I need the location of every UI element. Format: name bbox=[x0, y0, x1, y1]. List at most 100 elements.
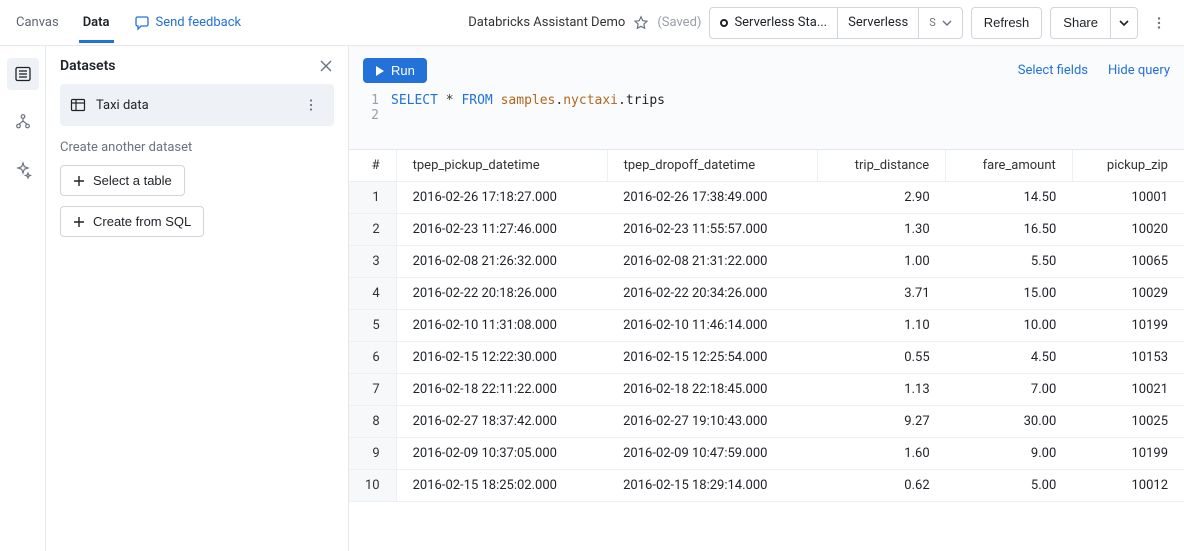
close-icon bbox=[318, 58, 334, 74]
chat-icon bbox=[134, 15, 150, 31]
rail-datasets-button[interactable] bbox=[7, 58, 39, 90]
play-icon bbox=[375, 66, 385, 76]
cell: 2016-02-15 18:25:02.000 bbox=[396, 470, 607, 502]
column-header[interactable]: pickup_zip bbox=[1072, 150, 1184, 182]
column-header-index[interactable]: # bbox=[349, 150, 396, 182]
sql-keyword: SELECT bbox=[391, 93, 438, 108]
cluster-selector[interactable]: Serverless Sta... Serverless S bbox=[709, 7, 962, 39]
cell: 2016-02-18 22:11:22.000 bbox=[396, 374, 607, 406]
cell: 2016-02-09 10:37:05.000 bbox=[396, 438, 607, 470]
dataset-item-menu[interactable] bbox=[298, 92, 324, 118]
select-fields-link[interactable]: Select fields bbox=[1018, 63, 1088, 78]
table-row[interactable]: 12016-02-26 17:18:27.0002016-02-26 17:38… bbox=[349, 182, 1184, 214]
share-button-group: Share bbox=[1050, 7, 1138, 39]
column-header[interactable]: tpep_dropoff_datetime bbox=[607, 150, 817, 182]
cell: 2016-02-08 21:26:32.000 bbox=[396, 246, 607, 278]
panel-title: Datasets bbox=[60, 58, 116, 74]
cell: 9.00 bbox=[946, 438, 1073, 470]
share-button[interactable]: Share bbox=[1050, 7, 1111, 39]
cell: 10012 bbox=[1072, 470, 1184, 502]
cell: 10.00 bbox=[946, 310, 1073, 342]
hide-query-link[interactable]: Hide query bbox=[1108, 63, 1170, 78]
cell: 15.00 bbox=[946, 278, 1073, 310]
row-index: 3 bbox=[349, 246, 396, 278]
cell: 14.50 bbox=[946, 182, 1073, 214]
chevron-down-icon bbox=[1119, 18, 1129, 28]
kebab-icon bbox=[1152, 16, 1166, 30]
chevron-down-icon bbox=[942, 18, 952, 28]
cell: 1.00 bbox=[818, 246, 946, 278]
table-row[interactable]: 62016-02-15 12:22:30.0002016-02-15 12:25… bbox=[349, 342, 1184, 374]
cell: 16.50 bbox=[946, 214, 1073, 246]
create-sql-label: Create from SQL bbox=[93, 214, 191, 229]
dataset-item-taxi[interactable]: Taxi data bbox=[60, 84, 334, 126]
sql-table: trips bbox=[626, 93, 665, 108]
cell: 2016-02-22 20:34:26.000 bbox=[607, 278, 817, 310]
topbar: Canvas Data Send feedback Databricks Ass… bbox=[0, 0, 1184, 46]
datasets-panel: Datasets Taxi data Create another datase… bbox=[46, 46, 349, 551]
column-header[interactable]: trip_distance bbox=[818, 150, 946, 182]
select-table-button[interactable]: Select a table bbox=[60, 165, 185, 196]
plus-icon bbox=[73, 216, 85, 228]
table-row[interactable]: 32016-02-08 21:26:32.0002016-02-08 21:31… bbox=[349, 246, 1184, 278]
send-feedback-label: Send feedback bbox=[156, 15, 242, 30]
cell: 2016-02-10 11:31:08.000 bbox=[396, 310, 607, 342]
star-icon[interactable] bbox=[633, 15, 649, 31]
sql-namespace: samples bbox=[501, 93, 556, 108]
cell: 2016-02-22 20:18:26.000 bbox=[396, 278, 607, 310]
saved-indicator: (Saved) bbox=[657, 15, 701, 30]
table-row[interactable]: 92016-02-09 10:37:05.0002016-02-09 10:47… bbox=[349, 438, 1184, 470]
results-table-wrap[interactable]: #tpep_pickup_datetimetpep_dropoff_dateti… bbox=[349, 149, 1184, 551]
table-row[interactable]: 52016-02-10 11:31:08.0002016-02-10 11:46… bbox=[349, 310, 1184, 342]
cell: 2016-02-15 12:22:30.000 bbox=[396, 342, 607, 374]
overflow-menu[interactable] bbox=[1146, 10, 1172, 36]
cell: 2016-02-26 17:38:49.000 bbox=[607, 182, 817, 214]
column-header[interactable]: tpep_pickup_datetime bbox=[396, 150, 607, 182]
cell: 2.90 bbox=[818, 182, 946, 214]
cell: 2016-02-15 18:29:14.000 bbox=[607, 470, 817, 502]
send-feedback-link[interactable]: Send feedback bbox=[134, 15, 242, 31]
row-index: 5 bbox=[349, 310, 396, 342]
table-row[interactable]: 102016-02-15 18:25:02.0002016-02-15 18:2… bbox=[349, 470, 1184, 502]
cell: 2016-02-09 10:47:59.000 bbox=[607, 438, 817, 470]
share-menu-button[interactable] bbox=[1111, 7, 1138, 39]
cell: 2016-02-27 19:10:43.000 bbox=[607, 406, 817, 438]
sql-editor[interactable]: 1 SELECT * FROM samples.nyctaxi.trips 2 bbox=[363, 87, 1170, 149]
cell: 9.27 bbox=[818, 406, 946, 438]
cell: 1.30 bbox=[818, 214, 946, 246]
rail-lineage-button[interactable] bbox=[7, 106, 39, 138]
tree-icon bbox=[14, 113, 32, 131]
cell: 2016-02-10 11:46:14.000 bbox=[607, 310, 817, 342]
sql-namespace: nyctaxi bbox=[563, 93, 618, 108]
cell: 10029 bbox=[1072, 278, 1184, 310]
table-row[interactable]: 42016-02-22 20:18:26.0002016-02-22 20:34… bbox=[349, 278, 1184, 310]
cell: 2016-02-18 22:18:45.000 bbox=[607, 374, 817, 406]
cell: 10199 bbox=[1072, 310, 1184, 342]
cell: 1.13 bbox=[818, 374, 946, 406]
run-label: Run bbox=[391, 63, 415, 78]
cell: 2016-02-23 11:55:57.000 bbox=[607, 214, 817, 246]
run-button[interactable]: Run bbox=[363, 58, 427, 83]
table-row[interactable]: 22016-02-23 11:27:46.0002016-02-23 11:55… bbox=[349, 214, 1184, 246]
cell: 10065 bbox=[1072, 246, 1184, 278]
refresh-button[interactable]: Refresh bbox=[971, 7, 1043, 39]
tab-canvas[interactable]: Canvas bbox=[12, 3, 63, 43]
cell: 10020 bbox=[1072, 214, 1184, 246]
create-dataset-hint: Create another dataset bbox=[60, 140, 334, 155]
cell: 10153 bbox=[1072, 342, 1184, 374]
panel-close-button[interactable] bbox=[318, 58, 334, 74]
cell: 1.10 bbox=[818, 310, 946, 342]
cell: 1.60 bbox=[818, 438, 946, 470]
page-title: Databricks Assistant Demo bbox=[468, 15, 625, 30]
row-index: 8 bbox=[349, 406, 396, 438]
table-row[interactable]: 72016-02-18 22:11:22.0002016-02-18 22:18… bbox=[349, 374, 1184, 406]
tab-data[interactable]: Data bbox=[79, 3, 114, 43]
create-from-sql-button[interactable]: Create from SQL bbox=[60, 206, 204, 237]
title-area: Databricks Assistant Demo (Saved) bbox=[468, 15, 701, 31]
cell: 7.00 bbox=[946, 374, 1073, 406]
rail-ai-button[interactable] bbox=[7, 154, 39, 186]
left-rail bbox=[0, 46, 46, 551]
table-row[interactable]: 82016-02-27 18:37:42.0002016-02-27 19:10… bbox=[349, 406, 1184, 438]
column-header[interactable]: fare_amount bbox=[946, 150, 1073, 182]
cell: 5.50 bbox=[946, 246, 1073, 278]
